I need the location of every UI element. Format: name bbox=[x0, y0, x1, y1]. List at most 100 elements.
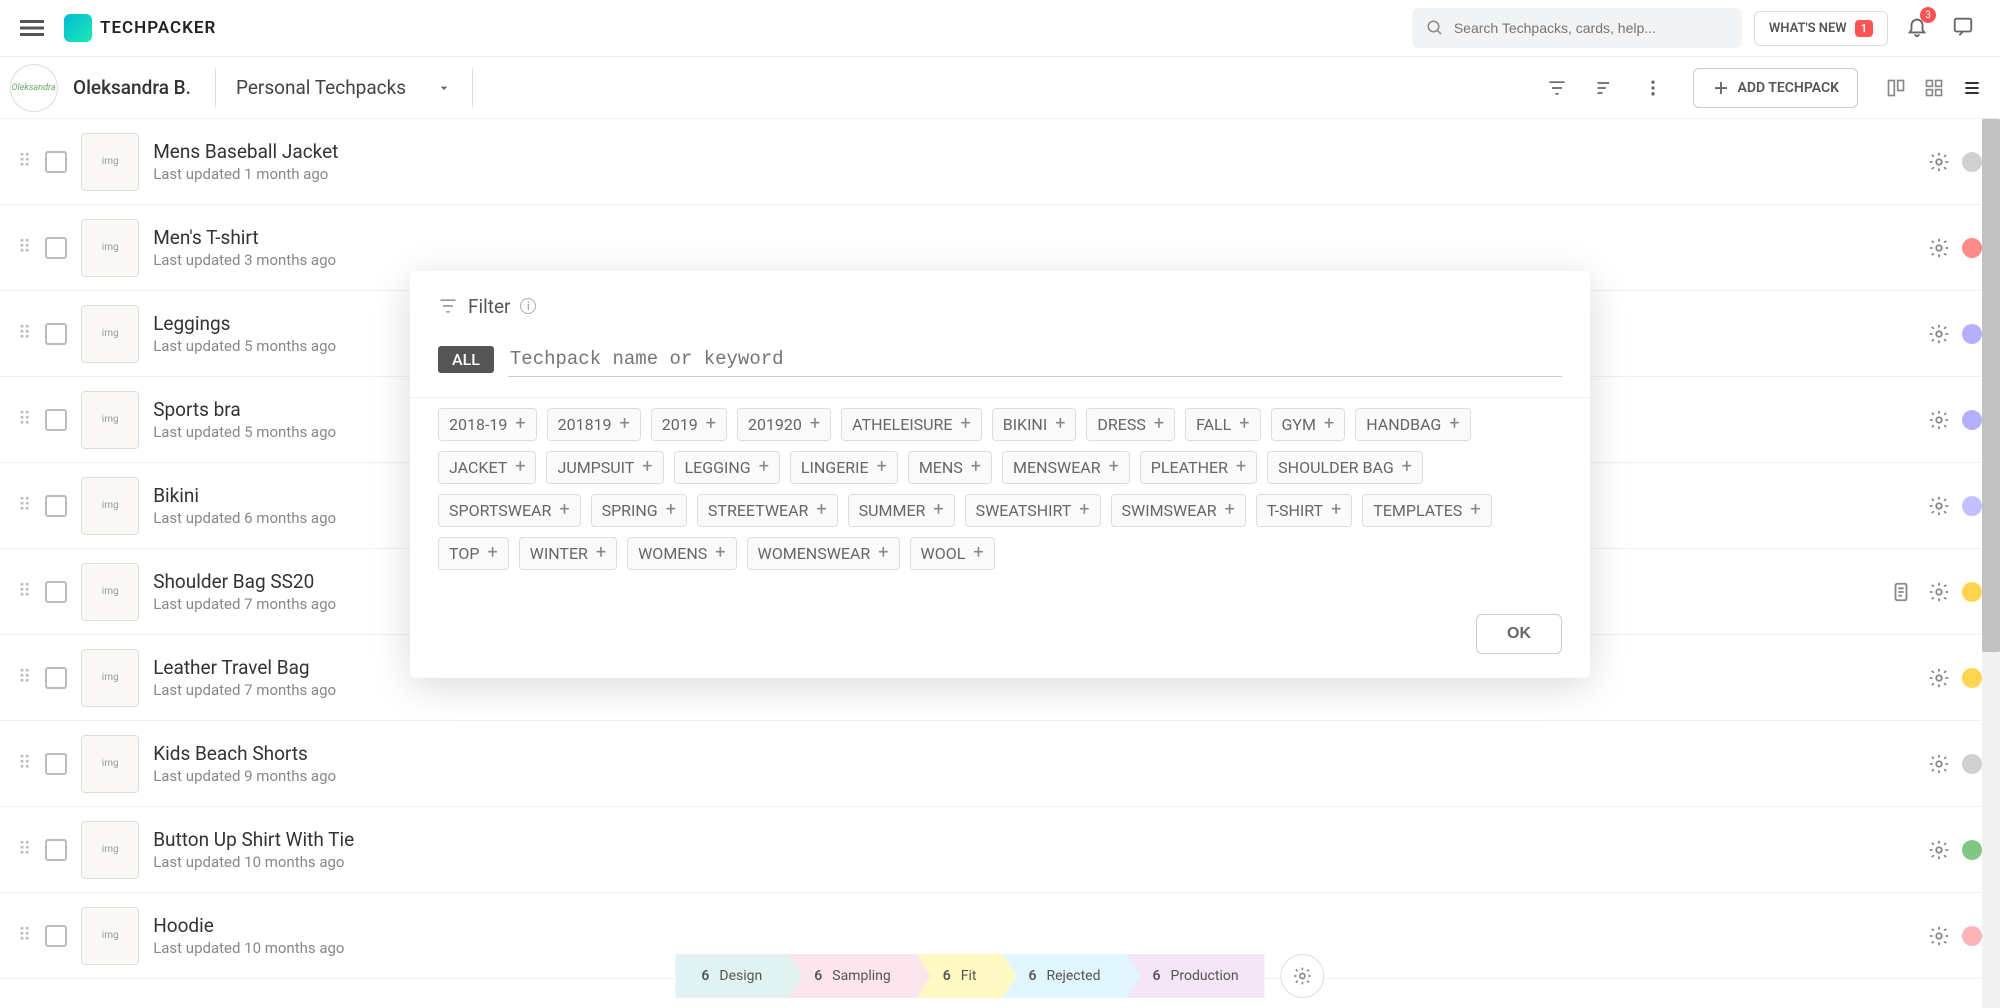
plus-icon: + bbox=[1154, 415, 1164, 433]
filter-tag[interactable]: HANDBAG + bbox=[1355, 408, 1470, 441]
filter-tag[interactable]: MENSWEAR + bbox=[1002, 451, 1130, 484]
plus-icon: + bbox=[1470, 501, 1480, 519]
tag-label: MENS bbox=[919, 458, 963, 477]
tag-label: 201920 bbox=[748, 415, 802, 434]
tag-label: MENSWEAR bbox=[1013, 458, 1101, 477]
filter-tag[interactable]: DRESS + bbox=[1086, 408, 1175, 441]
filter-icon bbox=[438, 296, 458, 316]
plus-icon: + bbox=[878, 544, 888, 562]
plus-icon: + bbox=[810, 415, 820, 433]
plus-icon: + bbox=[666, 501, 676, 519]
plus-icon: + bbox=[596, 544, 606, 562]
plus-icon: + bbox=[715, 544, 725, 562]
plus-icon: + bbox=[515, 458, 525, 476]
tag-label: SWEATSHIRT bbox=[976, 501, 1072, 520]
filter-tag[interactable]: WOOL + bbox=[910, 537, 995, 570]
filter-tag[interactable]: WOMENSWEAR + bbox=[747, 537, 900, 570]
filter-tag[interactable]: T-SHIRT + bbox=[1256, 494, 1352, 527]
plus-icon: + bbox=[620, 415, 630, 433]
plus-icon: + bbox=[1236, 458, 1246, 476]
plus-icon: + bbox=[1225, 501, 1235, 519]
filter-tag[interactable]: 201819 + bbox=[547, 408, 641, 441]
tag-label: WOMENSWEAR bbox=[758, 544, 871, 563]
tag-label: 2018-19 bbox=[449, 415, 507, 434]
tag-label: 2019 bbox=[662, 415, 698, 434]
plus-icon: + bbox=[1109, 458, 1119, 476]
filter-tag[interactable]: LEGGING + bbox=[674, 451, 780, 484]
tag-label: DRESS bbox=[1097, 415, 1145, 434]
filter-modal-backdrop: Filter i ALL 2018-19 +201819 +2019 +201920 +… bbox=[0, 0, 2000, 1008]
filter-tag[interactable]: SWIMSWEAR + bbox=[1111, 494, 1246, 527]
tag-label: SPRING bbox=[602, 501, 658, 520]
plus-icon: + bbox=[961, 415, 971, 433]
tag-label: TEMPLATES bbox=[1373, 501, 1462, 520]
filter-tag[interactable]: JACKET + bbox=[438, 451, 536, 484]
plus-icon: + bbox=[816, 501, 826, 519]
filter-tag[interactable]: ATHELEISURE + bbox=[841, 408, 982, 441]
plus-icon: + bbox=[971, 458, 981, 476]
tag-label: TOP bbox=[449, 544, 479, 563]
plus-icon: + bbox=[759, 458, 769, 476]
filter-tag[interactable]: SPRING + bbox=[591, 494, 687, 527]
plus-icon: + bbox=[487, 544, 497, 562]
filter-tag[interactable]: SPORTSWEAR + bbox=[438, 494, 581, 527]
tag-label: T-SHIRT bbox=[1267, 501, 1323, 520]
ok-button[interactable]: OK bbox=[1476, 614, 1562, 654]
plus-icon: + bbox=[973, 544, 983, 562]
tag-label: PLEATHER bbox=[1151, 458, 1228, 477]
info-icon[interactable]: i bbox=[520, 298, 536, 314]
plus-icon: + bbox=[1331, 501, 1341, 519]
plus-icon: + bbox=[515, 415, 525, 433]
filter-modal: Filter i ALL 2018-19 +201819 +2019 +201920 +… bbox=[410, 271, 1590, 678]
plus-icon: + bbox=[1402, 458, 1412, 476]
tag-label: SHOULDER BAG bbox=[1278, 458, 1394, 477]
tag-label: BIKINI bbox=[1003, 415, 1047, 434]
filter-tag[interactable]: GYM + bbox=[1271, 408, 1346, 441]
tag-label: HANDBAG bbox=[1366, 415, 1441, 434]
filter-tag[interactable]: SUMMER + bbox=[848, 494, 955, 527]
filter-tag[interactable]: WOMENS + bbox=[627, 537, 736, 570]
plus-icon: + bbox=[1055, 415, 1065, 433]
tag-label: GYM bbox=[1282, 415, 1316, 434]
filter-tag[interactable]: SHOULDER BAG + bbox=[1267, 451, 1423, 484]
filter-tag[interactable]: STREETWEAR+ bbox=[697, 494, 838, 527]
filter-tag[interactable]: PLEATHER + bbox=[1140, 451, 1257, 484]
filter-tag[interactable]: MENS + bbox=[908, 451, 992, 484]
filter-tag[interactable]: FALL+ bbox=[1185, 408, 1260, 441]
filter-tag[interactable]: JUMPSUIT + bbox=[546, 451, 663, 484]
tag-label: WOOL bbox=[921, 544, 966, 563]
tag-label: SWIMSWEAR bbox=[1122, 501, 1217, 520]
filter-title: Filter bbox=[468, 295, 510, 318]
plus-icon: + bbox=[706, 415, 716, 433]
plus-icon: + bbox=[642, 458, 652, 476]
filter-tag[interactable]: TEMPLATES + bbox=[1362, 494, 1491, 527]
filter-tag[interactable]: 2018-19 + bbox=[438, 408, 537, 441]
plus-icon: + bbox=[1449, 415, 1459, 433]
filter-tag[interactable]: LINGERIE + bbox=[790, 451, 898, 484]
tag-label: WINTER bbox=[530, 544, 588, 563]
filter-tag[interactable]: SWEATSHIRT + bbox=[965, 494, 1101, 527]
tag-label: SUMMER bbox=[859, 501, 926, 520]
filter-tag[interactable]: 2019 + bbox=[651, 408, 727, 441]
plus-icon: + bbox=[933, 501, 943, 519]
plus-icon: + bbox=[877, 458, 887, 476]
tag-label: JUMPSUIT bbox=[557, 458, 634, 477]
tag-label: FALL bbox=[1196, 415, 1231, 434]
plus-icon: + bbox=[1079, 501, 1089, 519]
plus-icon: + bbox=[559, 501, 569, 519]
tag-label: LINGERIE bbox=[801, 458, 869, 477]
tag-label: SPORTSWEAR bbox=[449, 501, 551, 520]
filter-search-input[interactable] bbox=[508, 342, 1562, 377]
filter-tag[interactable]: TOP + bbox=[438, 537, 509, 570]
tag-label: ATHELEISURE bbox=[852, 415, 952, 434]
filter-tag[interactable]: 201920 + bbox=[737, 408, 831, 441]
tag-label: LEGGING bbox=[685, 458, 751, 477]
plus-icon: + bbox=[1324, 415, 1334, 433]
tag-label: 201819 bbox=[558, 415, 612, 434]
all-chip[interactable]: ALL bbox=[438, 346, 494, 373]
filter-tag[interactable]: WINTER + bbox=[519, 537, 617, 570]
filter-tag[interactable]: BIKINI + bbox=[992, 408, 1077, 441]
filter-tags-container: 2018-19 +201819 +2019 +201920 + ATHELEISURE + B… bbox=[410, 397, 1590, 598]
tag-label: JACKET bbox=[449, 458, 507, 477]
tag-label: WOMENS bbox=[638, 544, 707, 563]
